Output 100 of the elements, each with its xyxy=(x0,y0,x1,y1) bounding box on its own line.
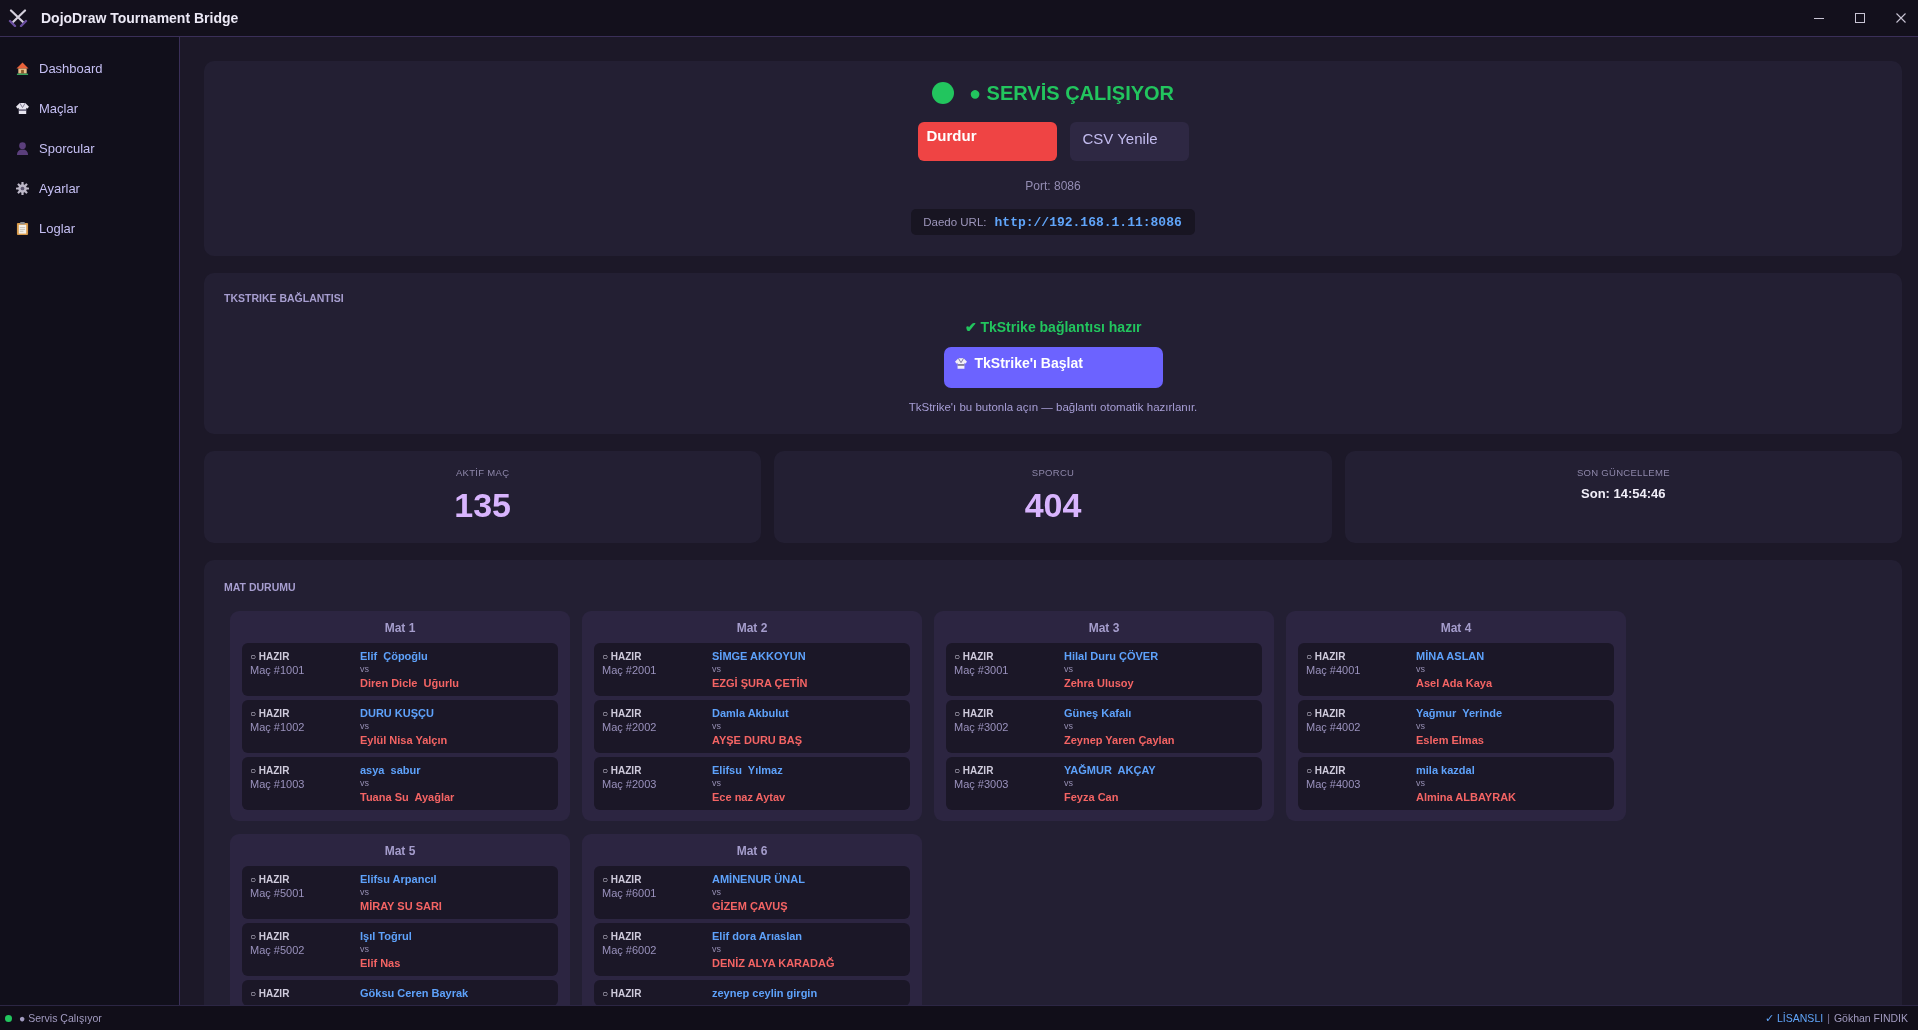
start-tkstrike-button[interactable]: TkStrike'ı Başlat xyxy=(943,347,1163,388)
vs-label: vs xyxy=(1416,720,1425,733)
opponent-name: Zehra Ulusoy xyxy=(1064,676,1134,690)
athlete-name: MİNA ASLAN xyxy=(1416,650,1485,663)
match-status: ○ HAZIR xyxy=(602,650,642,663)
maximize-icon[interactable] xyxy=(1855,13,1865,23)
match-number: Maç #4002 xyxy=(1306,720,1361,735)
athlete-name: Yağmur Yerinde xyxy=(1416,707,1502,720)
close-icon[interactable] xyxy=(1896,13,1906,23)
clipboard-icon xyxy=(16,221,29,235)
athlete-name: Elif dora Arıaslan xyxy=(712,930,803,943)
match-number: Maç #1003 xyxy=(250,777,305,792)
match-number: Maç #3002 xyxy=(954,720,1009,735)
match-status: ○ HAZIR xyxy=(250,764,290,777)
hint-text: TkStrike'ı bu butonla açın — bağlantı otomatik hazırlanır. xyxy=(908,400,1198,414)
vs-label: vs xyxy=(712,720,721,733)
vs-label: vs xyxy=(360,663,369,676)
vs-label: vs xyxy=(360,777,369,790)
athlete-name: Elif Çöpoğlu xyxy=(360,650,428,663)
opponent-name: Elif Nas xyxy=(360,956,401,970)
sidebar-item[interactable]: Sporcular xyxy=(16,137,95,159)
match-status: ○ HAZIR xyxy=(602,873,642,886)
connection-status: ✔ TkStrike bağlantısı hazır xyxy=(964,319,1142,336)
match-number: Maç #5002 xyxy=(250,943,305,958)
match-status: ○ HAZIR xyxy=(602,930,642,943)
url-label: Daedo URL: xyxy=(923,216,987,228)
match-number: Maç #5001 xyxy=(250,886,305,901)
stat-label: SON GÜNCELLEME xyxy=(1576,467,1670,479)
match-status: ○ HAZIR xyxy=(954,764,994,777)
url-link[interactable]: http://192.168.1.11:8086 xyxy=(994,214,1182,230)
opponent-name: Almina ALBAYRAK xyxy=(1416,790,1517,804)
athlete-name: DURU KUŞÇU xyxy=(360,707,434,720)
opponent-name: Eslem Elmas xyxy=(1416,733,1484,747)
match-number: Maç #3003 xyxy=(954,777,1009,792)
stat-value: 135 xyxy=(454,486,512,524)
opponent-name: DENİZ ALYA KARADAĞ xyxy=(712,956,835,970)
match-status: ○ HAZIR xyxy=(1306,764,1346,777)
sidebar-item[interactable]: Ayarlar xyxy=(16,177,80,199)
match-status: ○ HAZIR xyxy=(954,650,994,663)
match-status: ○ HAZIR xyxy=(1306,650,1346,663)
vs-label: vs xyxy=(360,886,369,899)
sidebar-item[interactable]: Maçlar xyxy=(16,97,78,119)
athlete-name: Damla Akbulut xyxy=(712,707,789,720)
athlete-name: Elifsu Arpancıl xyxy=(360,873,437,886)
match-number: Maç #4001 xyxy=(1306,663,1361,678)
service-status: ● SERVİS ÇALIŞIYOR xyxy=(968,81,1175,105)
person-icon xyxy=(16,141,29,155)
athlete-name: Işıl Toğrul xyxy=(360,930,412,943)
match-number: Maç #2002 xyxy=(602,720,657,735)
match-status: ○ HAZIR xyxy=(250,650,290,663)
mat-title: Mat 4 xyxy=(1440,621,1472,635)
match-status: ○ HAZIR xyxy=(250,707,290,720)
opponent-name: Eylül Nisa Yalçın xyxy=(360,733,448,747)
vs-label: vs xyxy=(1064,777,1073,790)
athlete-name: SİMGE AKKOYUN xyxy=(712,650,806,663)
section-title: TKSTRIKE BAĞLANTISI xyxy=(224,292,344,305)
match-status: ○ HAZIR xyxy=(250,930,290,943)
separator: | xyxy=(1827,1012,1830,1024)
shirt-icon xyxy=(954,358,967,369)
athlete-name: AMİNENUR ÜNAL xyxy=(712,873,805,886)
match-status: ○ HAZIR xyxy=(250,987,290,1000)
vs-label: vs xyxy=(1416,777,1425,790)
vs-label: vs xyxy=(1064,663,1073,676)
opponent-name: Asel Ada Kaya xyxy=(1416,676,1493,690)
house-icon xyxy=(16,61,29,75)
vs-label: vs xyxy=(360,720,369,733)
crossed-swords-icon xyxy=(8,9,28,27)
mat-title: Mat 1 xyxy=(384,621,416,635)
vs-label: vs xyxy=(360,943,369,956)
match-number: Maç #1002 xyxy=(250,720,305,735)
stat-label: AKTİF MAÇ xyxy=(455,467,510,479)
sidebar-item[interactable]: Dashboard xyxy=(16,57,103,79)
opponent-name: Feyza Can xyxy=(1064,790,1119,804)
vs-label: vs xyxy=(712,886,721,899)
user-name: Gökhan FINDIK xyxy=(1833,1012,1908,1024)
athlete-name: Hilal Duru ÇÖVER xyxy=(1064,650,1159,663)
reload-csv-button[interactable]: CSV Yenile xyxy=(1069,122,1189,161)
match-number: Maç #2001 xyxy=(602,663,657,678)
vs-label: vs xyxy=(712,777,721,790)
shirt-icon xyxy=(16,101,29,115)
match-number: Maç #6002 xyxy=(602,943,657,958)
opponent-name: MİRAY SU SARI xyxy=(360,899,442,913)
match-number: Maç #2003 xyxy=(602,777,657,792)
settings-icon xyxy=(16,181,29,195)
match-number: Maç #1001 xyxy=(250,663,305,678)
mat-title: Mat 3 xyxy=(1088,621,1120,635)
match-number: Maç #3001 xyxy=(954,663,1009,678)
stop-button[interactable]: Durdur xyxy=(917,122,1057,161)
match-number: Maç #4003 xyxy=(1306,777,1361,792)
opponent-name: AYŞE DURU BAŞ xyxy=(712,733,803,747)
mat-title: Mat 5 xyxy=(384,844,416,858)
stat-label: SPORCU xyxy=(1031,467,1075,479)
port-label: Port: 8086 xyxy=(1025,179,1081,193)
match-number: Maç #6001 xyxy=(602,886,657,901)
opponent-name: Ece naz Aytav xyxy=(712,790,786,804)
match-status: ○ HAZIR xyxy=(250,873,290,886)
stat-time: Son: 14:54:46 xyxy=(1581,486,1666,502)
match-status: ○ HAZIR xyxy=(602,707,642,720)
stat-value: 404 xyxy=(1024,486,1082,524)
sidebar-item[interactable]: Loglar xyxy=(16,217,76,239)
